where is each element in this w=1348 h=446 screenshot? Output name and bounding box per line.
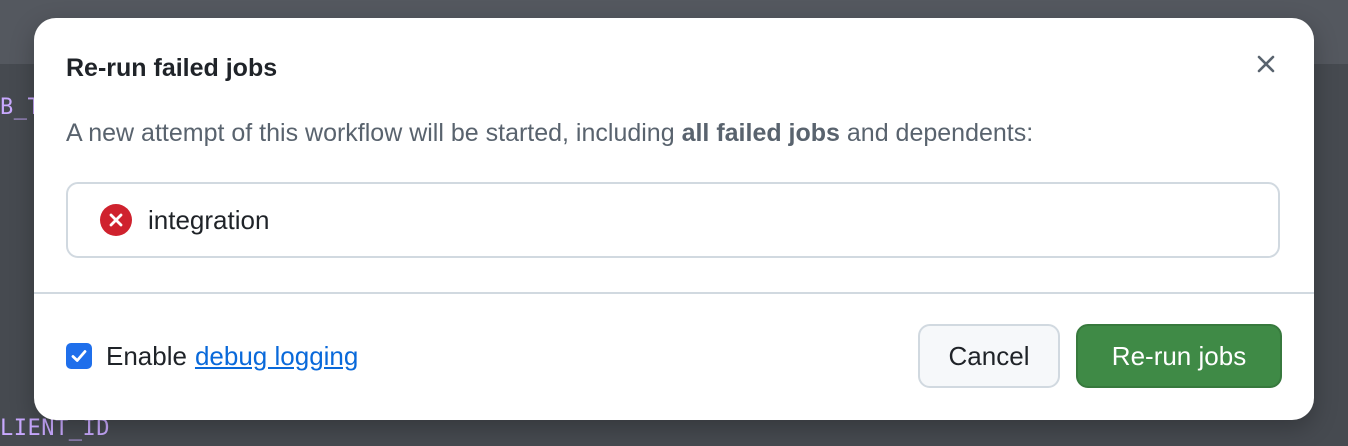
dialog-title: Re-run failed jobs [66,54,278,82]
cancel-button[interactable]: Cancel [918,324,1060,388]
failed-jobs-list: integration [66,182,1280,258]
x-circle-fill-icon [100,204,132,236]
rerun-jobs-button[interactable]: Re-run jobs [1076,324,1282,388]
description-suffix: and dependents: [839,119,1034,147]
debug-logging-link[interactable]: debug logging [195,341,358,372]
footer-divider [34,292,1314,294]
description-prefix: A new attempt of this workflow will be s… [66,119,682,147]
description-emphasis: all failed jobs [681,119,840,147]
x-icon [1250,48,1282,80]
checkmark-icon [69,346,89,366]
close-button[interactable] [1250,48,1282,80]
list-item: integration [100,184,269,256]
job-name: integration [148,204,270,235]
debug-logging-option: Enable debug logging [66,340,358,372]
rerun-dialog: Re-run failed jobs A new attempt of this… [34,18,1314,420]
dialog-description: A new attempt of this workflow will be s… [66,117,1033,149]
enable-label: Enable [106,340,187,371]
debug-logging-checkbox[interactable] [66,343,92,369]
